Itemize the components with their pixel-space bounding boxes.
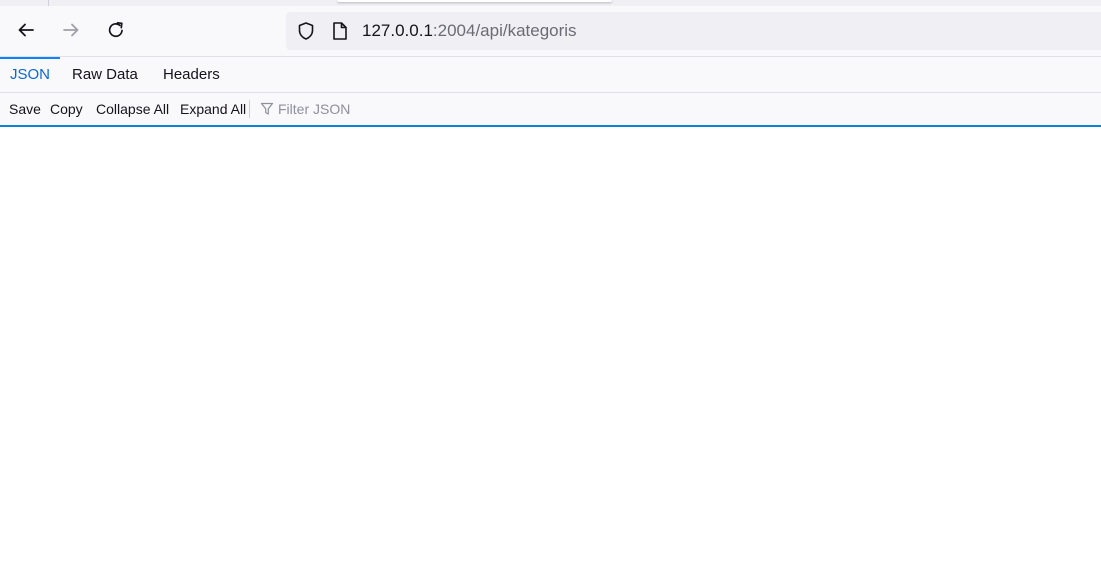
url-bar[interactable]: 127.0.0.1:2004/api/kategoris [286,12,1101,50]
save-button[interactable]: Save [9,101,41,118]
arrow-right-icon [63,23,79,37]
tab-json[interactable]: JSON [0,57,61,93]
copy-button[interactable]: Copy [50,101,83,118]
viewer-tabs: JSON Raw Data Headers [0,57,1101,93]
url-host: 127.0.0.1 [362,21,433,40]
back-button[interactable] [10,14,42,46]
reload-button[interactable] [100,14,132,46]
url-text[interactable]: 127.0.0.1:2004/api/kategoris [362,21,577,41]
collapse-all-button[interactable]: Collapse All [96,101,169,118]
json-toolbar: Save Copy Collapse All Expand All [0,93,1101,127]
filter-icon [260,102,274,115]
navigation-toolbar: 127.0.0.1:2004/api/kategoris [0,6,1101,57]
json-content-area [0,127,1101,568]
tab-headers[interactable]: Headers [153,57,230,93]
selected-tab[interactable] [337,0,612,2]
arrow-left-icon [18,23,34,37]
expand-all-button[interactable]: Expand All [180,101,246,118]
tab-raw-data[interactable]: Raw Data [62,57,148,93]
page-icon[interactable] [331,21,349,41]
url-path: :2004/api/kategoris [432,21,577,40]
shield-icon[interactable] [296,21,316,41]
toolbar-divider [249,100,250,118]
reload-icon [108,21,123,38]
filter-json-input[interactable] [278,98,578,120]
forward-button[interactable] [55,14,87,46]
